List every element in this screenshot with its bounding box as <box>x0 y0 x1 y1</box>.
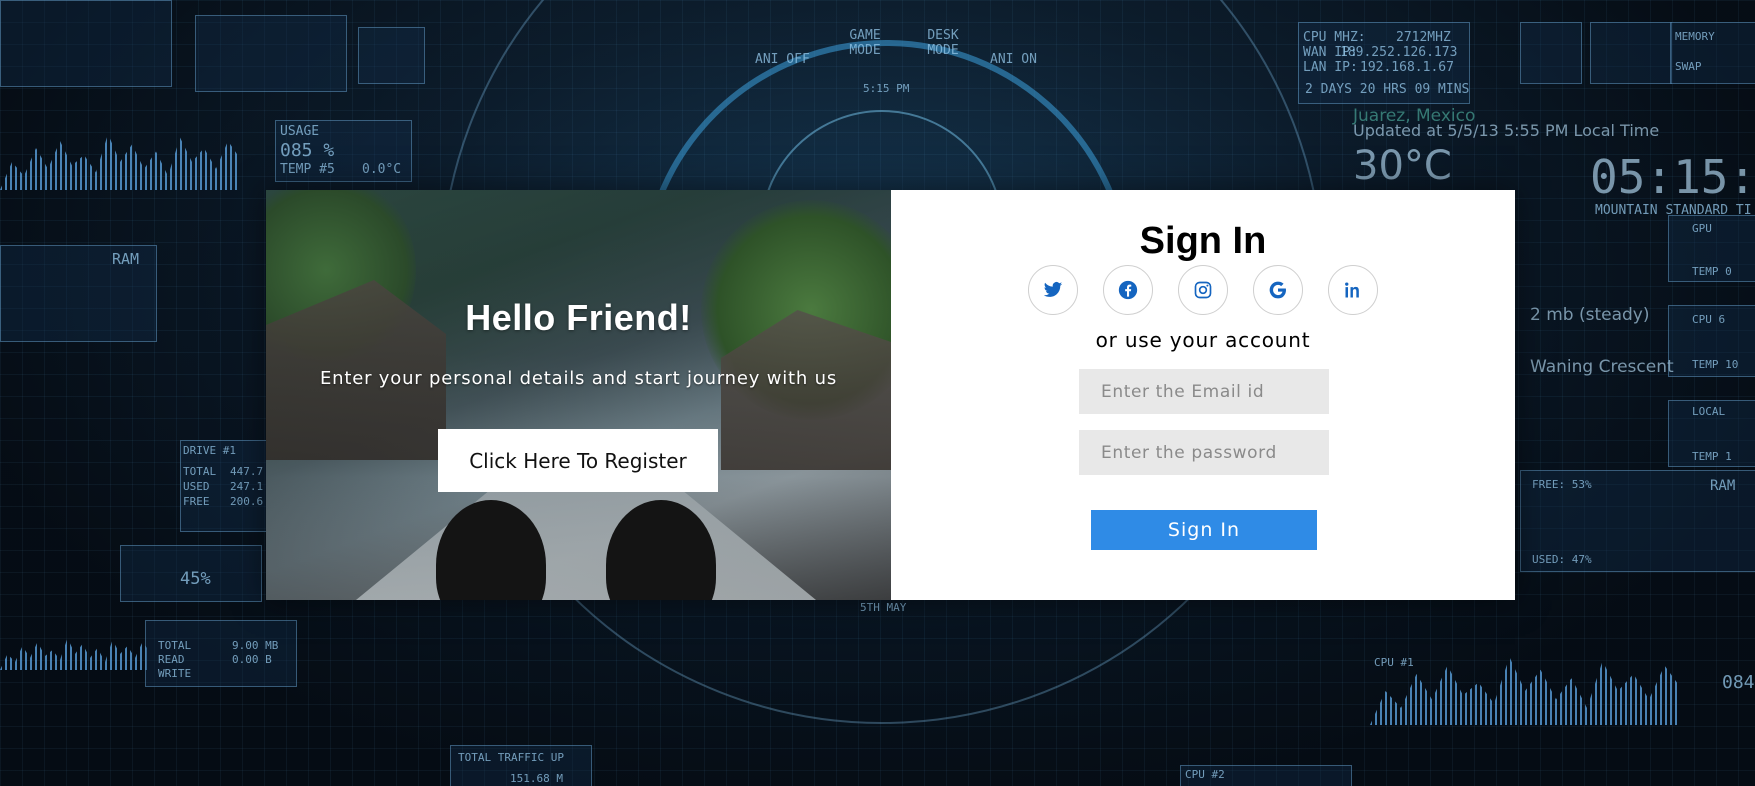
hud-text: LOCAL <box>1692 405 1726 418</box>
hud-text: CPU MHZ: <box>1303 30 1366 45</box>
twitter-login-button[interactable] <box>1028 265 1078 315</box>
hud-text: 2 DAYS 20 HRS 09 MINS <box>1305 82 1470 97</box>
hud-text: GAME MODE <box>849 28 881 58</box>
hud-panel-up-arrow <box>358 27 425 84</box>
hud-temperature: 30°C <box>1353 143 1452 189</box>
hud-text: 0.0°C <box>362 162 402 177</box>
hud-text: 5:15 PM <box>863 82 910 95</box>
hud-text: 45% <box>180 569 211 589</box>
welcome-panel: Hello Friend! Enter your personal detail… <box>266 190 891 600</box>
register-button[interactable]: Click Here To Register <box>438 429 718 492</box>
hud-text: RAM <box>112 250 140 268</box>
hud-text: DESK MODE <box>927 28 959 58</box>
hud-text: Waning Crescent <box>1530 357 1674 377</box>
hud-text: TEMP 1 <box>1692 450 1732 463</box>
hud-text: TEMP 0 <box>1692 265 1732 278</box>
hud-text: MEMORY <box>1675 30 1715 43</box>
hud-panel-cpu-cores <box>1590 22 1672 84</box>
hud-text: RAM <box>1710 478 1736 494</box>
hud-text: FREE: 53% <box>1532 478 1592 491</box>
hud-text: TOTAL <box>183 465 217 478</box>
hud-text: WRITE <box>158 667 192 680</box>
hud-text: 247.1 <box>230 480 264 493</box>
hud-text: USED: 47% <box>1532 553 1592 566</box>
instagram-login-button[interactable] <box>1178 265 1228 315</box>
hud-text: MOUNTAIN STANDARD TI <box>1595 203 1752 218</box>
hud-text: 084 <box>1722 672 1755 693</box>
hud-text: 447.7 <box>230 465 264 478</box>
hud-clock: 05:15:2 <box>1590 150 1755 204</box>
hud-text: CPU #2 <box>1185 768 1225 781</box>
hud-text: TOTAL TRAFFIC UP <box>458 751 564 764</box>
hud-text: 085 % <box>280 140 335 161</box>
hud-text: CPU #1 <box>1374 656 1414 669</box>
email-field[interactable] <box>1079 369 1329 414</box>
hud-panel-top-left <box>0 0 172 87</box>
hud-text: TEMP #5 <box>280 162 335 177</box>
hud-text: ANI ON <box>990 52 1037 67</box>
hud-text: USAGE <box>280 124 320 139</box>
hud-text: READ <box>158 653 185 666</box>
hud-text: 192.168.1.67 <box>1360 60 1454 75</box>
signin-title: Sign In <box>1139 220 1267 262</box>
hud-text: LAN IP: <box>1303 60 1358 75</box>
hud-text: GPU <box>1692 222 1712 235</box>
hud-text: 200.6 <box>230 495 264 508</box>
hud-text: FREE <box>183 495 210 508</box>
welcome-heading: Hello Friend! <box>465 297 692 338</box>
instagram-icon <box>1194 281 1212 299</box>
facebook-login-button[interactable] <box>1103 265 1153 315</box>
facebook-icon <box>1118 280 1138 300</box>
hud-text: ANI OFF <box>755 52 810 67</box>
social-login-row <box>891 265 1515 315</box>
welcome-subtext: Enter your personal details and start jo… <box>319 368 838 389</box>
signin-panel: Sign In or use your account Sign In <box>891 190 1515 600</box>
signin-button[interactable]: Sign In <box>1091 510 1317 550</box>
hud-text: 0.00 B <box>232 653 272 666</box>
google-icon <box>1269 281 1286 299</box>
hud-text: 189.252.126.173 <box>1340 45 1458 60</box>
hud-text: CPU 6 <box>1692 313 1726 326</box>
hud-text: 2 mb (steady) <box>1530 305 1650 325</box>
hud-text: 151.68 M <box>510 772 563 785</box>
hud-text: SWAP <box>1675 60 1702 73</box>
hud-text: 9.00 MB <box>232 639 279 652</box>
hud-text: TOTAL <box>158 639 192 652</box>
hud-panel-top-left-2 <box>195 15 347 92</box>
hud-text: DRIVE #1 <box>183 444 236 457</box>
auth-card: Hello Friend! Enter your personal detail… <box>266 190 1515 600</box>
hud-text: 2712MHZ <box>1396 30 1451 45</box>
use-account-text: or use your account <box>1095 328 1311 352</box>
hud-updated: Updated at 5/5/13 5:55 PM Local Time <box>1353 121 1660 140</box>
linkedin-login-button[interactable] <box>1328 265 1378 315</box>
hud-text: USED <box>183 480 210 493</box>
password-field[interactable] <box>1079 430 1329 475</box>
linkedin-icon <box>1345 282 1359 298</box>
hud-text: TEMP 10 <box>1692 358 1739 371</box>
google-login-button[interactable] <box>1253 265 1303 315</box>
twitter-icon <box>1043 282 1063 297</box>
hud-panel-cpu-pct <box>1520 22 1582 84</box>
hud-text: 5TH MAY <box>860 601 907 614</box>
